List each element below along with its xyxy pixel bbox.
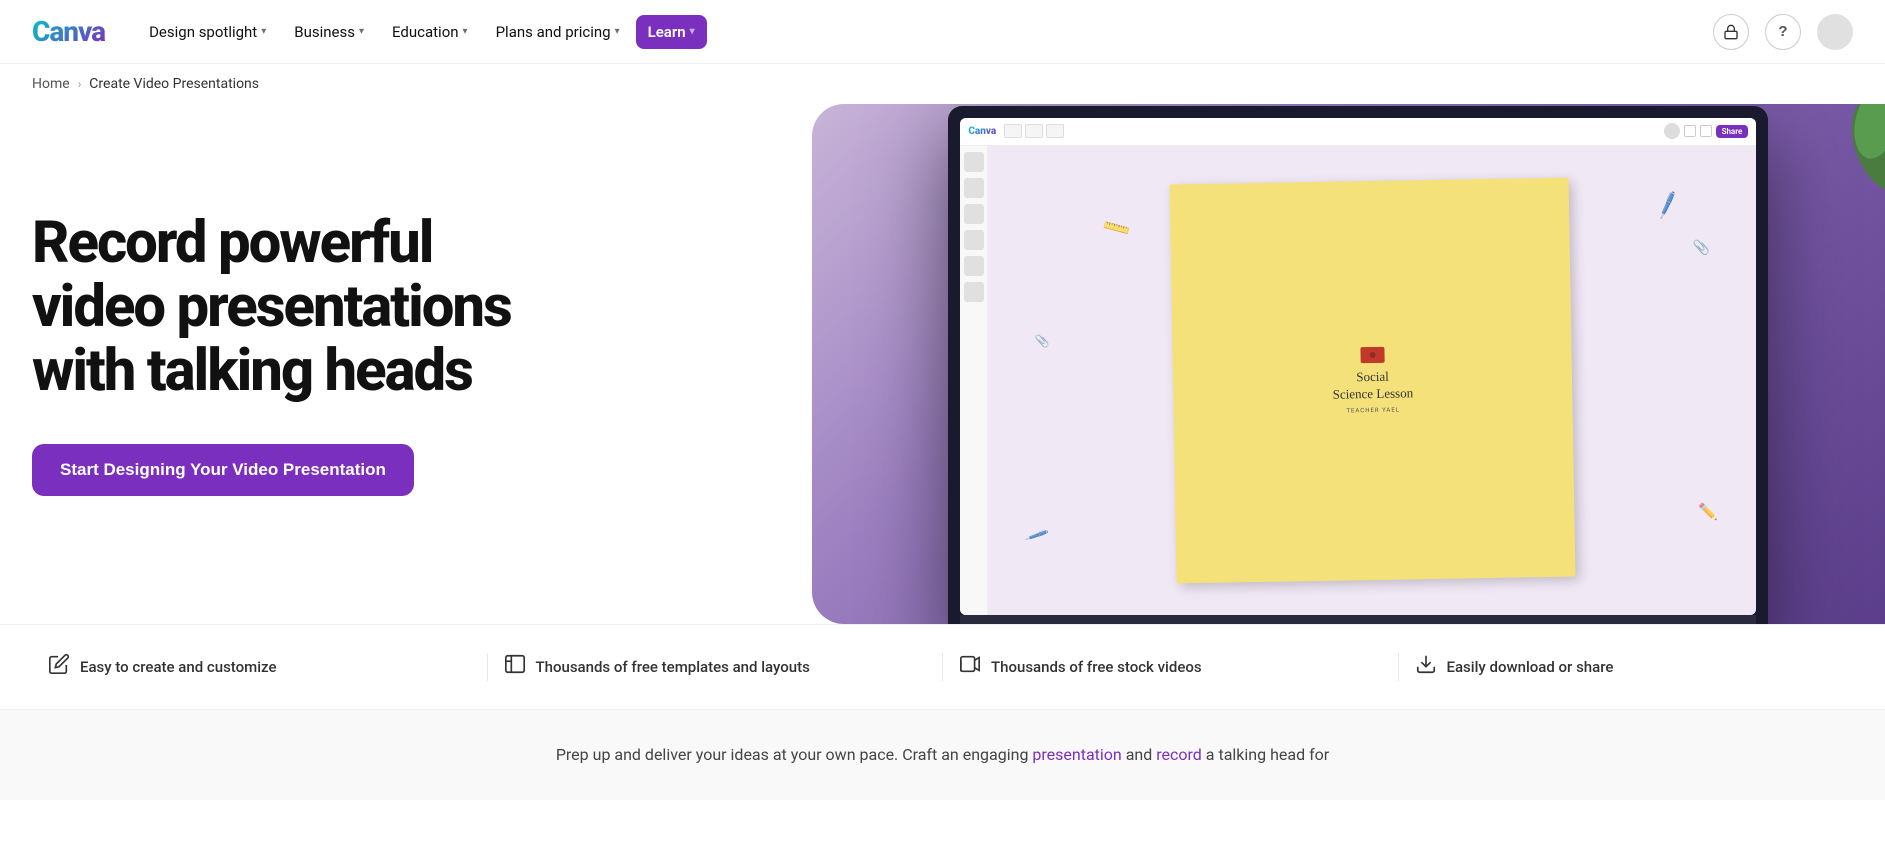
pen-decoration: 🖊️: [1651, 189, 1683, 220]
laptop-mockup: Canva Share: [948, 106, 1768, 624]
help-icon-button[interactable]: ?: [1765, 14, 1801, 50]
sidebar-tool-5: [964, 256, 984, 276]
chevron-down-icon: ▾: [463, 26, 468, 37]
editor-canvas: 📏 🖊️ 📌 🖊️ 📎 📎 ✏️: [988, 146, 1756, 615]
video-icon: [959, 653, 981, 681]
feature-download-share-label: Easily download or share: [1447, 658, 1614, 676]
bottom-teaser-section: Prep up and deliver your ideas at your o…: [0, 709, 1885, 800]
breadcrumb-current-page: Create Video Presentations: [89, 76, 259, 92]
plant-decoration: [1805, 104, 1885, 288]
hero-content: Record powerful video presentations with…: [32, 212, 652, 495]
feature-templates-label: Thousands of free templates and layouts: [536, 658, 810, 676]
slide-title: Social Science Lesson: [1332, 368, 1413, 403]
ruler-red-decoration: 📏: [1099, 212, 1133, 245]
lock-icon: [1723, 24, 1739, 40]
chevron-down-icon: ▾: [359, 26, 364, 37]
sidebar-tool-1: [964, 152, 984, 172]
sidebar-tool-6: [964, 282, 984, 302]
bottom-teaser-text: Prep up and deliver your ideas at your o…: [543, 742, 1343, 768]
nav-item-design-spotlight[interactable]: Design spotlight ▾: [137, 15, 278, 49]
presentation-link[interactable]: presentation: [1032, 745, 1121, 764]
nav-item-learn[interactable]: Learn ▾: [636, 15, 707, 49]
nav-item-business[interactable]: Business ▾: [282, 15, 376, 49]
slide-sticky-note: Social Science Lesson TEACHER YAEL: [1169, 177, 1575, 583]
nav-item-education[interactable]: Education ▾: [380, 15, 480, 49]
editor-main-area: 📏 🖊️ 📌 🖊️ 📎 📎 ✏️: [960, 146, 1756, 615]
chevron-down-icon: ▾: [615, 26, 620, 37]
editor-sidebar: [960, 146, 988, 615]
laptop-screen: Canva Share: [960, 118, 1756, 615]
chevron-down-icon: ▾: [261, 26, 266, 37]
feature-stock-videos-label: Thousands of free stock videos: [991, 658, 1202, 676]
feature-easy-create: Easy to create and customize: [32, 653, 487, 681]
pencil-decoration: ✏️: [1698, 502, 1718, 521]
record-link[interactable]: record: [1156, 745, 1202, 764]
editor-logo: Canva: [968, 126, 996, 137]
start-designing-button[interactable]: Start Designing Your Video Presentation: [32, 444, 414, 496]
laptop-bottom-bezel: [960, 615, 1756, 624]
laptop-body: Canva Share: [948, 106, 1768, 624]
lock-icon-button[interactable]: [1713, 14, 1749, 50]
breadcrumb-home-link[interactable]: Home: [32, 76, 70, 92]
hero-title: Record powerful video presentations with…: [32, 212, 652, 403]
hero-image: Canva Share: [812, 104, 1885, 624]
nav-logo[interactable]: Canva: [32, 15, 105, 48]
templates-icon: [504, 653, 526, 681]
feature-download-share: Easily download or share: [1398, 653, 1854, 681]
sidebar-tool-4: [964, 230, 984, 250]
slide-author: TEACHER YAEL: [1346, 406, 1400, 414]
avatar[interactable]: [1817, 14, 1853, 50]
sidebar-tool-3: [964, 204, 984, 224]
feature-templates: Thousands of free templates and layouts: [487, 653, 943, 681]
editor-top-bar: Canva Share: [960, 118, 1756, 146]
paperclip-right: 📎: [1693, 240, 1710, 256]
question-mark-icon: ?: [1778, 23, 1787, 40]
breadcrumb: Home › Create Video Presentations: [0, 64, 1885, 104]
hero-section: Record powerful video presentations with…: [0, 104, 1885, 624]
breadcrumb-separator: ›: [78, 77, 82, 91]
share-button: Share: [1716, 125, 1749, 138]
feature-stock-videos: Thousands of free stock videos: [942, 653, 1398, 681]
paperclip-left: 📎: [1034, 334, 1049, 348]
nav-items: Design spotlight ▾ Business ▾ Education …: [137, 15, 1713, 49]
nav-item-plans-pricing[interactable]: Plans and pricing ▾: [484, 15, 632, 49]
canva-logo-text: Canva: [32, 15, 105, 48]
editor-top-right: Share: [1664, 123, 1749, 139]
chevron-down-icon: ▾: [690, 26, 695, 37]
edit-icon: [48, 653, 70, 681]
hero-background: Canva Share: [812, 104, 1885, 624]
features-bar: Easy to create and customize Thousands o…: [0, 624, 1885, 709]
download-icon: [1415, 653, 1437, 681]
ruler-blue-decoration: 🖊️: [1024, 523, 1050, 549]
nav-right-icons: ?: [1713, 14, 1853, 50]
main-nav: Canva Design spotlight ▾ Business ▾ Educ…: [0, 0, 1885, 64]
sidebar-tool-2: [964, 178, 984, 198]
feature-easy-create-label: Easy to create and customize: [80, 658, 276, 676]
